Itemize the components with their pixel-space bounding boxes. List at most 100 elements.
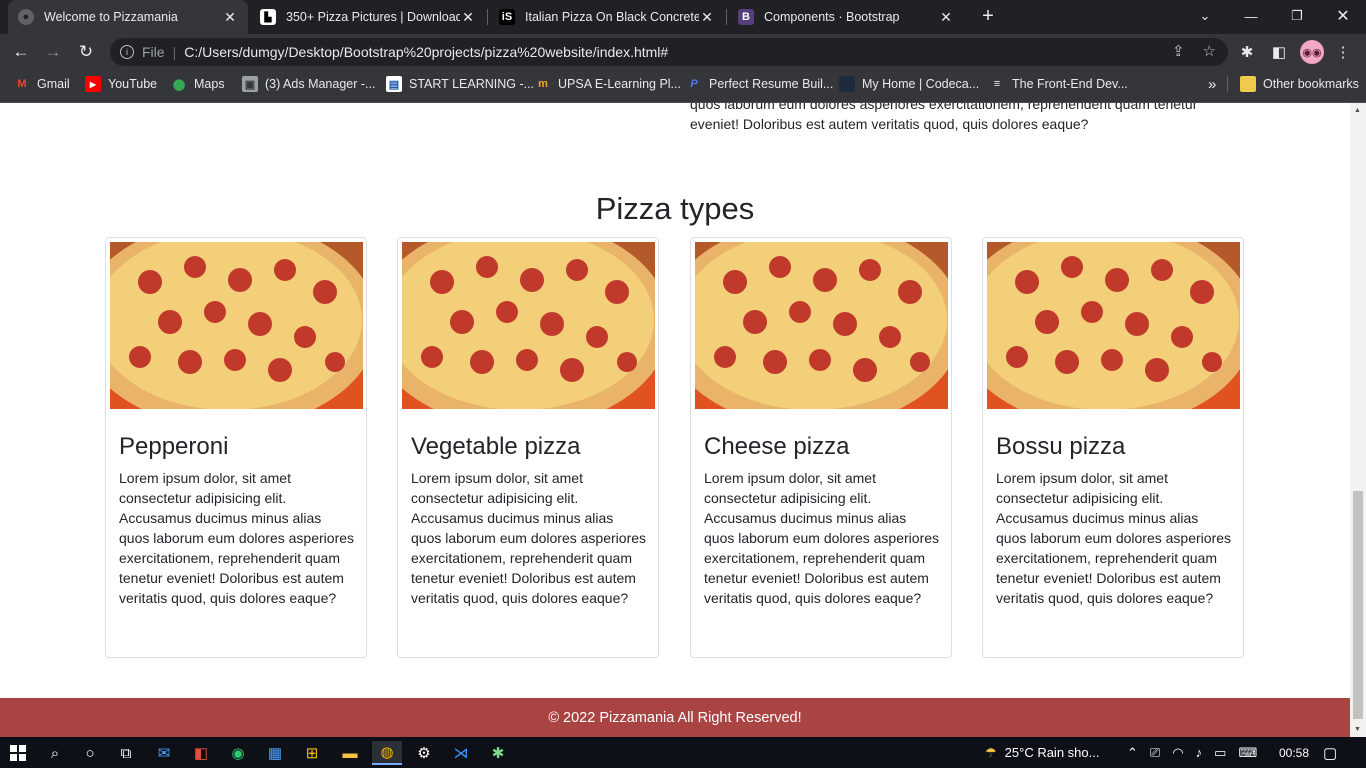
bookmarks-divider bbox=[1227, 76, 1228, 92]
bookmarks-bar: M Gmail ▶ YouTube ⬤ Maps ▣ (3) Ads Manag… bbox=[0, 70, 1366, 103]
scroll-down-arrow-icon[interactable]: ▼ bbox=[1354, 726, 1361, 733]
mail-icon[interactable]: ✉ bbox=[152, 741, 176, 765]
windows-start-icon[interactable] bbox=[6, 741, 30, 765]
bookmark-star-icon[interactable]: ☆ bbox=[1203, 42, 1216, 60]
restore-button[interactable]: ❐ bbox=[1274, 0, 1320, 32]
vscode-icon[interactable]: ⋊ bbox=[449, 741, 473, 765]
unsplash-icon: ▙ bbox=[260, 9, 276, 25]
new-tab-button[interactable]: + bbox=[977, 5, 999, 27]
info-icon[interactable]: i bbox=[120, 45, 134, 59]
card-title: Bossu pizza bbox=[996, 433, 1126, 460]
weather-text: 25°C Rain sho... bbox=[1004, 745, 1100, 760]
share-icon[interactable]: ⇪ bbox=[1172, 42, 1185, 60]
web-page: quos laborum eum dolores asperiores exer… bbox=[0, 103, 1350, 737]
meet-now-icon[interactable]: ⎚ bbox=[1150, 745, 1160, 761]
chevron-up-icon[interactable]: ⌃ bbox=[1127, 745, 1138, 761]
bookmark-label: START LEARNING -... bbox=[409, 77, 535, 91]
address-bar[interactable]: i File | C:/Users/dumgy/Desktop/Bootstra… bbox=[110, 38, 1228, 66]
bookmark-youtube[interactable]: ▶ YouTube bbox=[85, 70, 157, 98]
more-bookmarks-button[interactable]: » bbox=[1208, 70, 1216, 98]
browser-chrome: ● Welcome to Pizzamania ✕ ▙ 350+ Pizza P… bbox=[0, 0, 1366, 103]
close-tab-icon[interactable]: ✕ bbox=[699, 9, 715, 26]
edge-icon[interactable]: ◉ bbox=[226, 741, 250, 765]
battery-icon[interactable]: ▭ bbox=[1214, 745, 1226, 761]
bookmark-maps[interactable]: ⬤ Maps bbox=[171, 70, 225, 98]
bookmark-ads-manager[interactable]: ▣ (3) Ads Manager -... bbox=[242, 70, 375, 98]
weather-rain-icon: ☂ bbox=[985, 744, 997, 760]
tab-components-bootstrap[interactable]: B Components · Bootstrap ✕ bbox=[728, 0, 964, 34]
close-tab-icon[interactable]: ✕ bbox=[938, 9, 954, 26]
app-icon[interactable]: ✱ bbox=[486, 741, 510, 765]
forward-arrow-icon[interactable]: → bbox=[42, 41, 64, 63]
pizza-card: Vegetable pizza Lorem ipsum dolor, sit a… bbox=[397, 237, 659, 658]
card-body: Cheese pizza Lorem ipsum dolor, sit amet… bbox=[704, 432, 939, 608]
extensions-puzzle-icon[interactable]: ✱ bbox=[1237, 42, 1257, 62]
bookmark-perfect-resume[interactable]: P Perfect Resume Buil... bbox=[686, 70, 833, 98]
bookmark-start-learning[interactable]: ▤ START LEARNING -... bbox=[386, 70, 534, 98]
youtube-icon: ▶ bbox=[85, 76, 101, 92]
card-text: Lorem ipsum dolor, sit amet consectetur … bbox=[996, 470, 1232, 606]
about-paragraph: quos laborum eum dolores asperiores exer… bbox=[690, 103, 1198, 132]
reload-icon[interactable]: ↻ bbox=[75, 41, 97, 63]
bookmark-gmail[interactable]: M Gmail bbox=[14, 70, 70, 98]
bookmark-label: The Front-End Dev... bbox=[1012, 77, 1128, 91]
globe-icon: ● bbox=[18, 9, 34, 25]
address-url[interactable]: C:/Users/dumgy/Desktop/Bootstrap%20proje… bbox=[184, 44, 668, 60]
tab-welcome-to-pizzamania[interactable]: ● Welcome to Pizzamania ✕ bbox=[8, 0, 248, 34]
menu-kebab-icon[interactable]: ⋮ bbox=[1333, 42, 1353, 62]
volume-icon[interactable]: ♪ bbox=[1196, 745, 1203, 760]
page-scrollbar[interactable]: ▲ ▼ bbox=[1350, 103, 1366, 737]
bookmark-codecademy[interactable]: ■ My Home | Codeca... bbox=[839, 70, 979, 98]
card-text: Lorem ipsum dolor, sit amet consectetur … bbox=[411, 470, 647, 606]
weather-widget[interactable]: ☂ 25°C Rain sho... bbox=[985, 737, 1099, 768]
notification-icon[interactable]: ▢ bbox=[1323, 737, 1337, 768]
file-explorer-icon[interactable]: ▬ bbox=[338, 741, 362, 765]
resume-icon: P bbox=[690, 78, 698, 90]
tab-divider bbox=[726, 9, 727, 25]
close-window-button[interactable]: ✕ bbox=[1320, 0, 1366, 32]
maps-icon: ⬤ bbox=[172, 78, 186, 91]
profile-avatar[interactable]: ◉◉ bbox=[1300, 40, 1324, 64]
scroll-up-arrow-icon[interactable]: ▲ bbox=[1354, 107, 1361, 114]
bookmark-label: Perfect Resume Buil... bbox=[709, 77, 834, 91]
task-view-icon[interactable]: ⧉ bbox=[114, 741, 138, 765]
minimize-button[interactable]: — bbox=[1228, 0, 1274, 32]
cortana-icon[interactable]: ○ bbox=[78, 741, 102, 765]
card-body: Vegetable pizza Lorem ipsum dolor, sit a… bbox=[411, 432, 646, 608]
scrollbar-thumb[interactable] bbox=[1353, 491, 1363, 719]
back-arrow-icon[interactable]: ← bbox=[10, 41, 32, 63]
pizza-image bbox=[987, 242, 1240, 409]
footer-text: © 2022 Pizzamania All Right Reserved! bbox=[548, 709, 802, 726]
bookmark-label: My Home | Codeca... bbox=[862, 77, 980, 91]
side-panel-icon[interactable]: ◧ bbox=[1269, 42, 1289, 62]
address-protocol: File bbox=[142, 44, 165, 60]
section-title: Pizza types bbox=[595, 191, 755, 226]
bookmark-label: Gmail bbox=[37, 77, 70, 91]
codecademy-icon: ■ bbox=[839, 76, 855, 92]
tab-search-icon[interactable]: ⌄ bbox=[1182, 0, 1228, 32]
office-icon[interactable]: ◧ bbox=[189, 741, 213, 765]
keyboard-icon[interactable]: ⌨ bbox=[1238, 745, 1257, 761]
site-footer: © 2022 Pizzamania All Right Reserved! bbox=[0, 698, 1350, 737]
wifi-icon[interactable]: ◠ bbox=[1172, 745, 1183, 761]
system-tray: ⌃ ⎚ ◠ ♪ ▭ ⌨ bbox=[1127, 737, 1257, 768]
browser-toolbar: ← → ↻ i File | C:/Users/dumgy/Desktop/Bo… bbox=[0, 34, 1366, 70]
chrome-taskbar-icon[interactable]: ◍ bbox=[372, 741, 402, 765]
tab-title: Italian Pizza On Black Concrete B bbox=[525, 10, 699, 24]
pizza-image bbox=[110, 242, 363, 409]
pizza-image bbox=[695, 242, 948, 409]
bookmark-upsa[interactable]: m UPSA E-Learning Pl... bbox=[535, 70, 681, 98]
search-icon[interactable]: ⌕ bbox=[43, 741, 67, 765]
tab-italian-pizza[interactable]: iS Italian Pizza On Black Concrete B ✕ bbox=[489, 0, 725, 34]
clock[interactable]: 00:58 bbox=[1279, 737, 1309, 768]
ads-manager-icon: ▣ bbox=[242, 76, 258, 92]
upsa-icon: m bbox=[538, 78, 548, 90]
microsoft-store-icon[interactable]: ⊞ bbox=[300, 741, 324, 765]
bookmark-other-bookmarks[interactable]: ■ Other bookmarks bbox=[1240, 70, 1359, 98]
close-tab-icon[interactable]: ✕ bbox=[222, 9, 238, 26]
close-tab-icon[interactable]: ✕ bbox=[460, 9, 476, 26]
tab-pizza-pictures[interactable]: ▙ 350+ Pizza Pictures | Download F ✕ bbox=[250, 0, 486, 34]
settings-icon[interactable]: ⚙ bbox=[412, 741, 436, 765]
store-icon[interactable]: ▦ bbox=[263, 741, 287, 765]
bookmark-frontend-dev[interactable]: ≡ The Front-End Dev... bbox=[989, 70, 1128, 98]
